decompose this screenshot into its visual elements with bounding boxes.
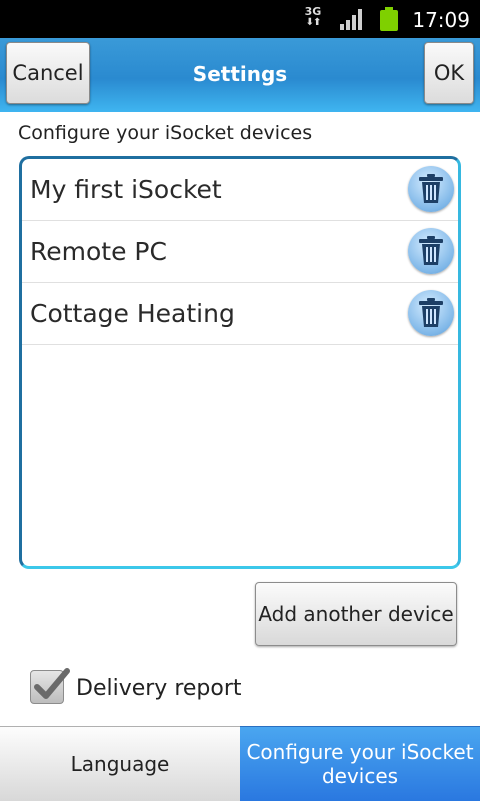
- trash-icon: [419, 236, 443, 265]
- delete-device-button[interactable]: [408, 228, 454, 274]
- delivery-report-checkbox[interactable]: [30, 668, 70, 704]
- list-item[interactable]: Cottage Heating: [22, 283, 458, 345]
- device-name[interactable]: Remote PC: [30, 237, 167, 266]
- cancel-button[interactable]: Cancel: [6, 42, 90, 104]
- device-name[interactable]: Cottage Heating: [30, 299, 235, 328]
- battery-icon: [380, 7, 398, 31]
- trash-icon: [419, 174, 443, 203]
- add-device-button[interactable]: Add another device: [255, 582, 457, 646]
- trash-icon: [419, 298, 443, 327]
- network-type: 3G: [304, 5, 322, 18]
- bottom-tabs: Language Configure your iSocket devices: [0, 726, 480, 801]
- ok-button[interactable]: OK: [424, 42, 474, 104]
- title-bar: Settings Cancel OK: [0, 38, 480, 112]
- checkmark-icon: [34, 668, 70, 699]
- delivery-report-label[interactable]: Delivery report: [76, 676, 242, 701]
- status-time: 17:09: [412, 8, 470, 32]
- tab-language[interactable]: Language: [0, 726, 240, 801]
- network-indicator: 3G ⬇⬆: [300, 6, 326, 28]
- data-activity-icon: ⬇⬆: [305, 17, 322, 28]
- list-item[interactable]: Remote PC: [22, 221, 458, 283]
- status-bar: 3G ⬇⬆ 17:09: [0, 0, 480, 38]
- device-list: My first iSocket Remote PC Cottage Heati…: [19, 156, 461, 569]
- device-name[interactable]: My first iSocket: [30, 175, 222, 204]
- tab-configure-devices[interactable]: Configure your iSocket devices: [240, 726, 480, 801]
- delete-device-button[interactable]: [408, 166, 454, 212]
- list-item[interactable]: My first iSocket: [22, 159, 458, 221]
- delete-device-button[interactable]: [408, 290, 454, 336]
- devices-section-label: Configure your iSocket devices: [18, 122, 313, 144]
- signal-strength-icon: [340, 9, 366, 30]
